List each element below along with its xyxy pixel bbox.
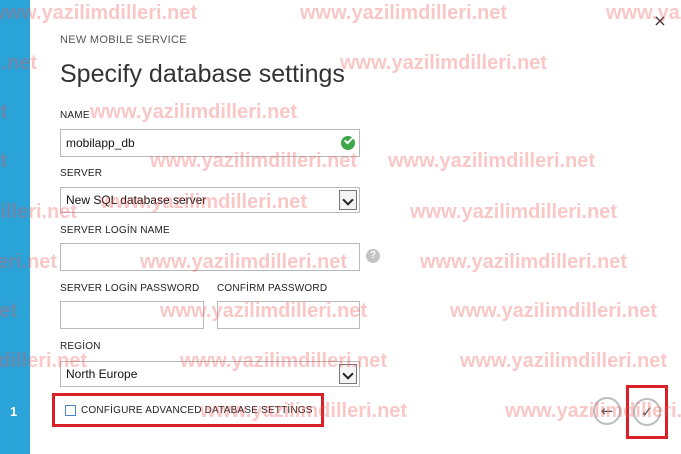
advanced-settings-highlight: CONFİGURE ADVANCED DATABASE SETTİNGS bbox=[52, 393, 324, 427]
advanced-settings-checkbox[interactable] bbox=[65, 405, 76, 416]
confirm-password-input[interactable] bbox=[217, 301, 360, 329]
name-value: mobilapp_db bbox=[66, 136, 135, 150]
next-button[interactable]: ✓ bbox=[633, 398, 661, 426]
valid-check-icon bbox=[341, 136, 355, 150]
server-label: SERVER bbox=[60, 168, 103, 179]
page-title: Specify database settings bbox=[60, 60, 345, 88]
server-select[interactable]: New SQL database server bbox=[60, 187, 360, 213]
region-label: REGİON bbox=[60, 341, 101, 352]
wizard-panel: × NEW MOBILE SERVICE Specify database se… bbox=[30, 0, 681, 454]
name-input[interactable]: mobilapp_db bbox=[60, 129, 360, 157]
step-number: 1 bbox=[10, 404, 18, 419]
next-button-highlight: ✓ bbox=[626, 385, 668, 439]
region-select[interactable]: North Europe bbox=[60, 361, 360, 387]
server-login-password-label: SERVER LOGİN PASSWORD bbox=[60, 283, 200, 294]
confirm-password-label: CONFİRM PASSWORD bbox=[217, 283, 328, 294]
server-login-password-input[interactable] bbox=[60, 301, 204, 329]
step-rail: 1 bbox=[0, 0, 30, 454]
help-icon[interactable]: ? bbox=[366, 249, 380, 263]
region-value: North Europe bbox=[66, 367, 138, 381]
back-button[interactable]: ← bbox=[593, 397, 621, 425]
server-login-name-input[interactable] bbox=[60, 243, 360, 271]
new-mobile-service-wizard: 1 × NEW MOBILE SERVICE Specify database … bbox=[0, 0, 681, 454]
server-value: New SQL database server bbox=[66, 193, 207, 207]
server-login-name-label: SERVER LOGİN NAME bbox=[60, 225, 170, 236]
chevron-down-icon bbox=[339, 190, 357, 210]
chevron-down-icon bbox=[339, 364, 357, 384]
wizard-kicker: NEW MOBILE SERVICE bbox=[60, 34, 187, 46]
close-button[interactable]: × bbox=[653, 13, 667, 29]
advanced-settings-label[interactable]: CONFİGURE ADVANCED DATABASE SETTİNGS bbox=[81, 405, 313, 416]
name-label: NAME bbox=[60, 110, 90, 121]
